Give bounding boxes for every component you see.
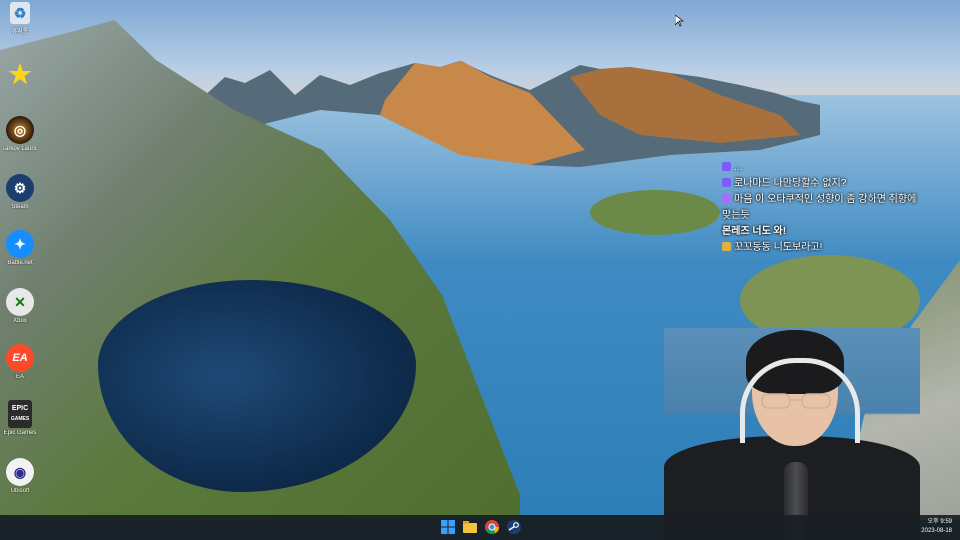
ubisoft-desktop-icon[interactable]: ◉ Ubisoft: [2, 458, 38, 510]
desktop-icon-label: 휴지통: [11, 29, 29, 35]
desktop-icon-label: Steam: [11, 204, 29, 210]
desktop-icon-label: Xbox: [13, 318, 27, 324]
steam-taskbar-icon[interactable]: [506, 519, 522, 535]
mouse-cursor-icon: [675, 15, 685, 27]
windows-start-icon[interactable]: [440, 519, 456, 535]
chat-message: 마음 이 오타쿠적인 성향이 좀 강하면 취향에: [722, 192, 954, 208]
ubisoft-icon: ◉: [6, 458, 34, 486]
desktop-icon-label: Ubisoft: [10, 488, 30, 494]
chat-badge-icon: [722, 178, 731, 187]
taskbar: 오후 9:59 2023-08-18: [0, 515, 960, 540]
desktop-icon-label: Battle.net: [7, 260, 33, 266]
chat-message: 로나마드 나만당할수 없지?: [722, 176, 954, 192]
app-launcher-icon[interactable]: ◎ Tarkov Launcher: [2, 116, 38, 168]
stream-chat-overlay: ... 로나마드 나만당할수 없지? 마음 이 오타쿠적인 성향이 좀 강하면 …: [722, 160, 954, 256]
chat-message: 맞는듯: [722, 208, 954, 224]
chat-badge-icon: [722, 162, 731, 171]
chat-message: ...: [722, 160, 954, 176]
steam-icon: ⚙: [6, 174, 34, 202]
recycle-bin-icon[interactable]: ♻ 휴지통: [2, 2, 38, 54]
clock-date: 2023-08-18: [921, 528, 952, 534]
chat-message-text: 꼬꼬동동 니도보라고!: [734, 242, 823, 253]
ea-desktop-icon[interactable]: EA EA: [2, 344, 38, 396]
epic-logo-subtext: GAMES: [10, 416, 30, 422]
favorites-star-icon[interactable]: ★: [2, 60, 38, 112]
ea-icon: EA: [6, 344, 34, 372]
epic-logo-text: EPIC: [11, 405, 29, 412]
chat-message-text: 몬레즈 너도 와!: [722, 226, 787, 237]
chat-badge-icon: [722, 194, 731, 203]
streamer-webcam: [664, 328, 920, 540]
desktop-icon-label: Tarkov Launcher: [2, 146, 38, 152]
xbox-icon: ✕: [6, 288, 34, 316]
chat-message: 몬레즈 너도 와!: [722, 224, 954, 240]
epic-games-desktop-icon[interactable]: EPIC GAMES Epic Games: [2, 400, 38, 452]
steam-desktop-icon[interactable]: ⚙ Steam: [2, 174, 38, 226]
chat-badge-icon: [722, 242, 731, 251]
chat-message-text: 맞는듯: [722, 210, 750, 221]
chat-message-text: 로나마드 나만당할수 없지?: [734, 178, 847, 189]
battle-net-icon: ✦: [6, 230, 34, 258]
epic-games-icon: EPIC GAMES: [8, 400, 32, 428]
chat-message-text: ...: [734, 162, 743, 173]
chat-message-text: 마음 이 오타쿠적인 성향이 좀 강하면 취향에: [734, 194, 917, 205]
desktop-icon-label: EA: [15, 374, 24, 380]
star-icon: ★: [8, 59, 32, 89]
system-tray-clock[interactable]: 오후 9:59 2023-08-18: [921, 518, 952, 536]
chrome-icon[interactable]: [484, 519, 500, 535]
clock-time: 오후 9:59: [927, 519, 952, 525]
recycle-icon: ♻: [10, 2, 30, 24]
glasses-icon: [761, 393, 831, 409]
wallpaper-island: [590, 190, 720, 235]
desktop-icon-label: Epic Games: [3, 430, 37, 436]
orange-swirl-icon: ◎: [6, 116, 34, 144]
xbox-desktop-icon[interactable]: ✕ Xbox: [2, 288, 38, 340]
chat-message: 꼬꼬동동 니도보라고!: [722, 240, 954, 256]
battle-net-desktop-icon[interactable]: ✦ Battle.net: [2, 230, 38, 282]
file-explorer-icon[interactable]: [462, 519, 478, 535]
